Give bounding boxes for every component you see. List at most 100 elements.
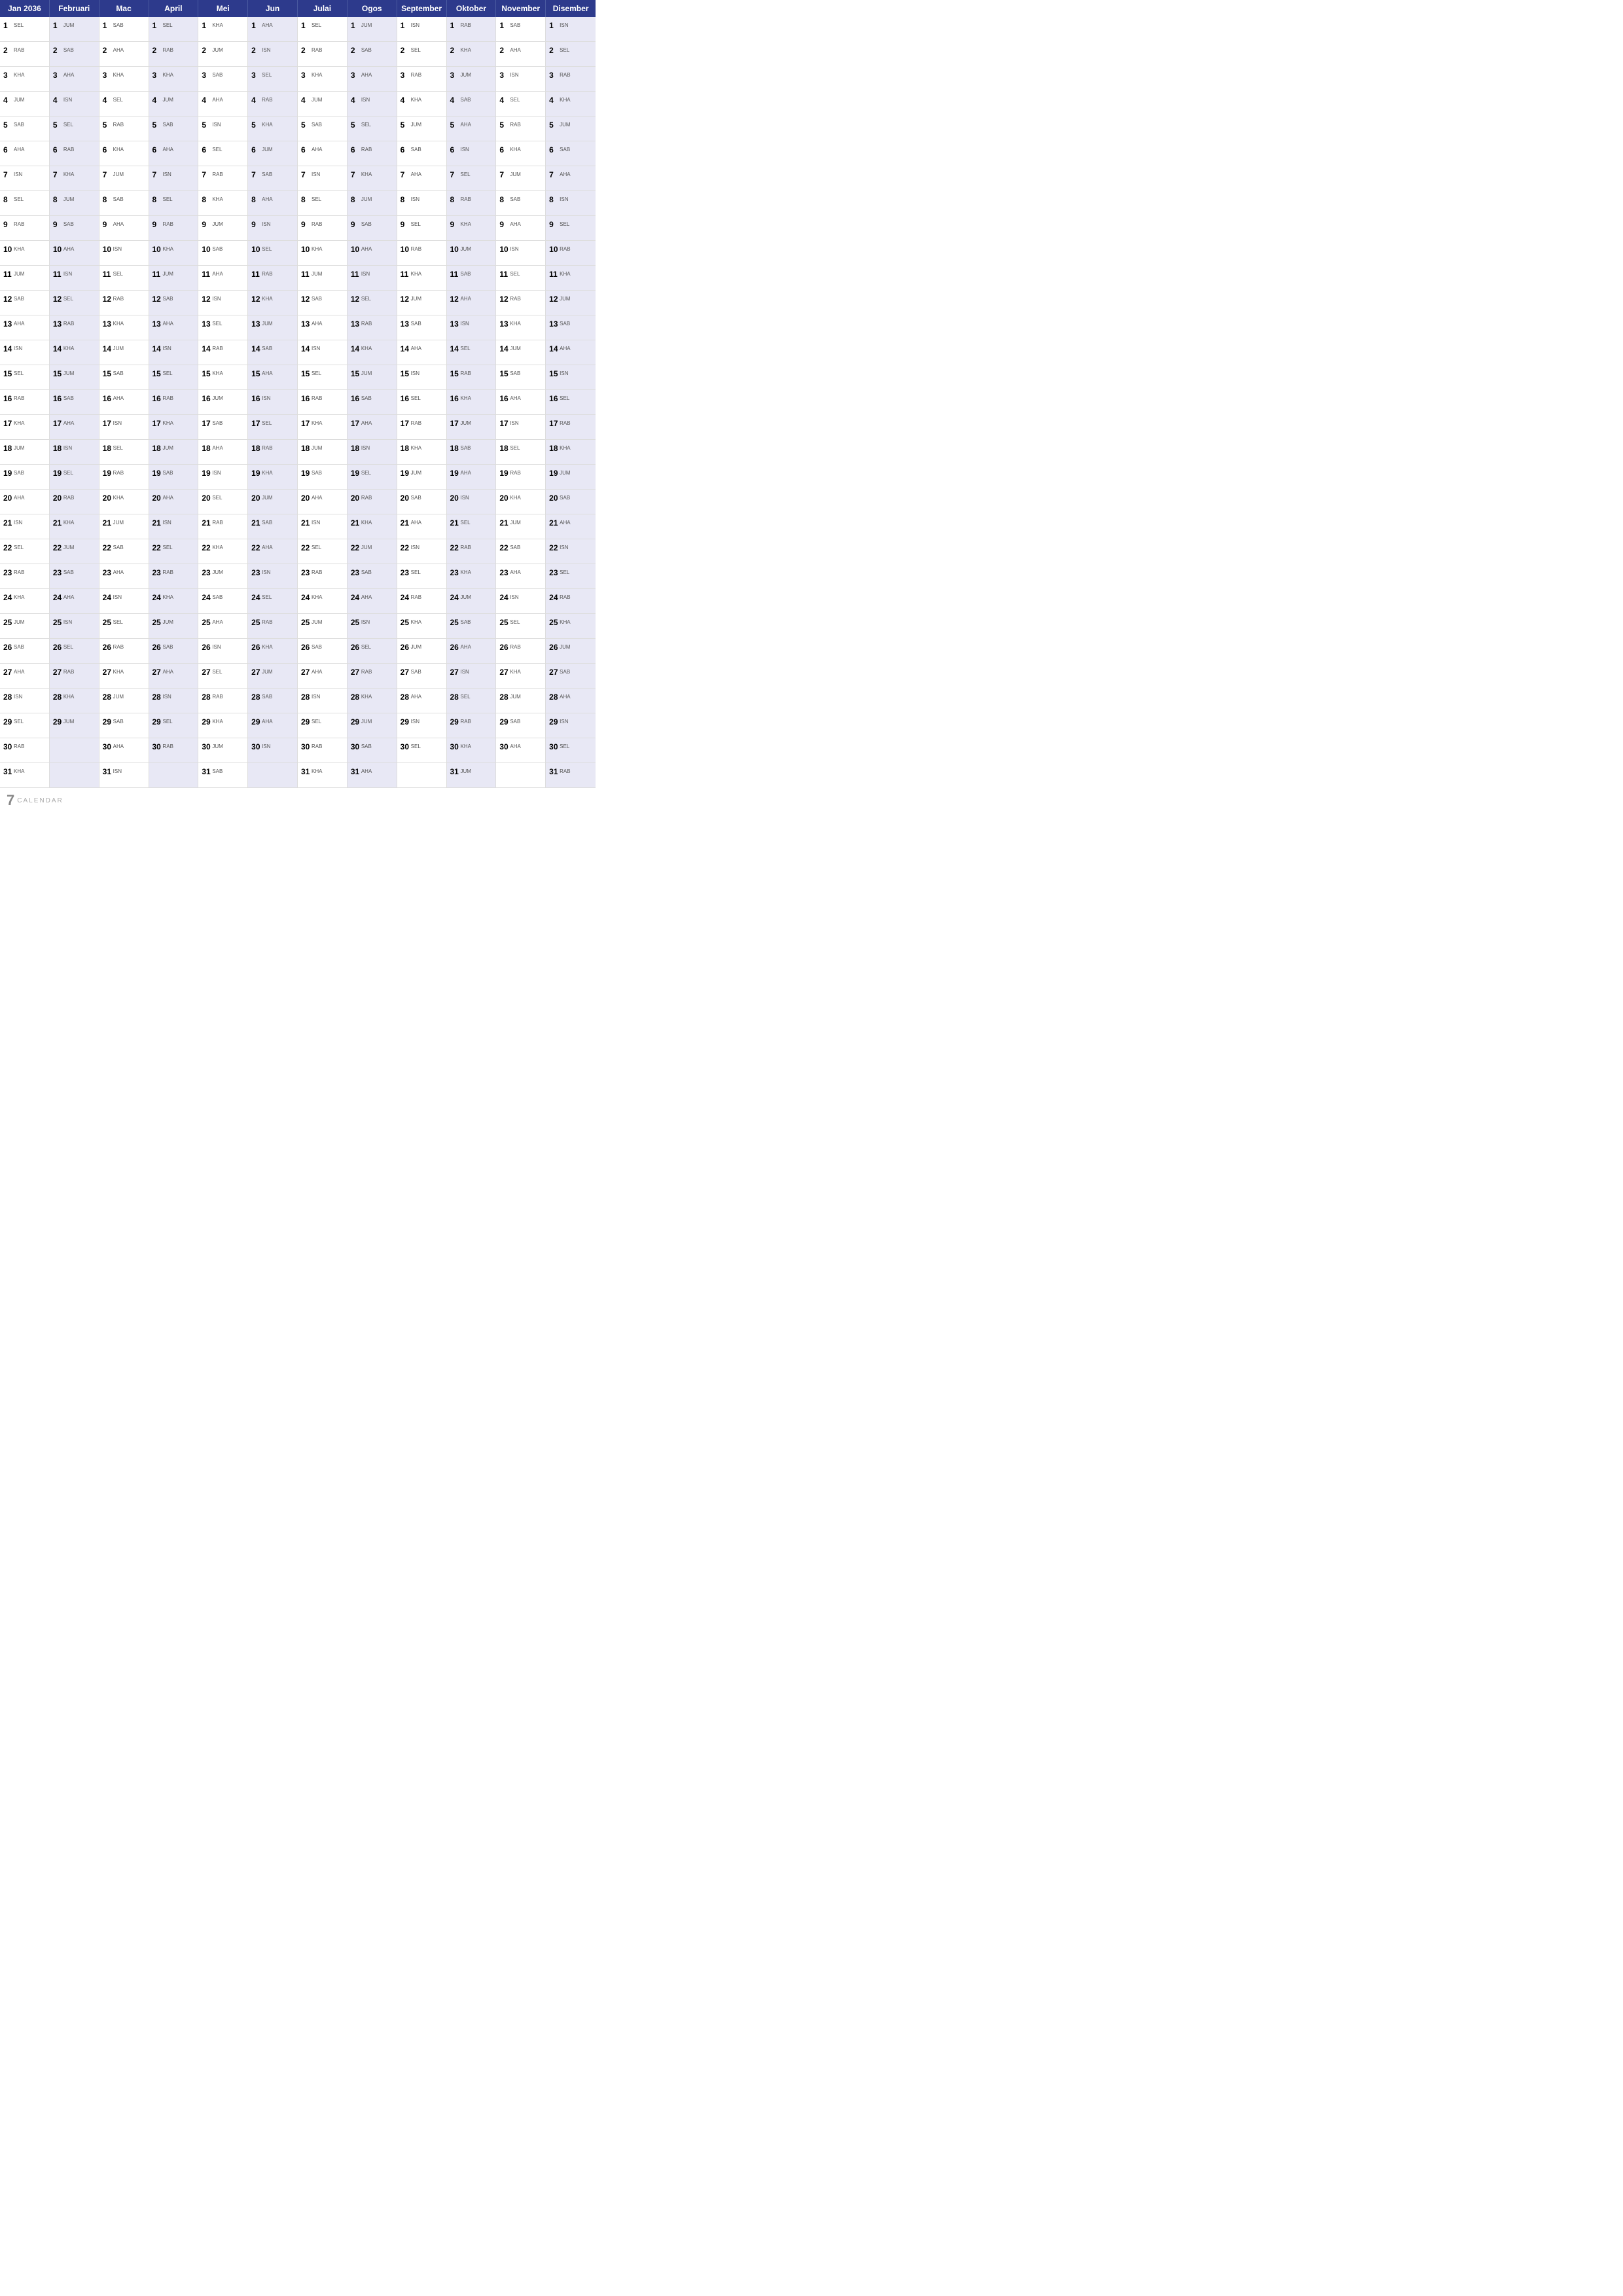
day-number: 2 [53, 46, 62, 55]
day-number: 25 [401, 618, 410, 627]
day-number: 16 [53, 394, 62, 403]
day-number: 6 [351, 145, 360, 154]
day-cell: 30ISN [248, 738, 298, 763]
day-cell: 26JUM [397, 639, 447, 664]
day-number: 23 [152, 568, 162, 577]
day-name: SEL [411, 744, 421, 749]
day-number: 1 [53, 21, 62, 30]
day-name: ISN [312, 346, 320, 351]
day-name: RAB [262, 271, 272, 277]
day-cell: 9SAB [50, 216, 99, 241]
day-name: ISN [262, 395, 270, 401]
day-cell: 2RAB [298, 42, 348, 67]
day-number: 8 [549, 195, 558, 204]
day-number: 22 [401, 543, 410, 552]
day-cell: 23KHA [447, 564, 497, 589]
day-cell: 9SAB [348, 216, 397, 241]
day-name: KHA [14, 420, 24, 426]
day-name: KHA [411, 445, 421, 451]
day-number: 12 [401, 295, 410, 304]
day-cell: 22SAB [99, 539, 149, 564]
day-cell: 31RAB [546, 763, 596, 788]
day-cell: 21SAB [248, 514, 298, 539]
day-name: SEL [113, 619, 123, 625]
day-cell: 15SEL [149, 365, 199, 390]
day-name: SAB [411, 147, 421, 152]
day-name: KHA [63, 694, 74, 700]
day-number: 16 [450, 394, 459, 403]
day-number: 22 [450, 543, 459, 552]
day-cell: 3RAB [546, 67, 596, 92]
day-cell: 26SAB [149, 639, 199, 664]
day-name: RAB [14, 744, 24, 749]
day-name: AHA [461, 296, 471, 302]
day-number: 28 [3, 692, 12, 702]
day-name: JUM [361, 545, 372, 550]
day-cell: 31ISN [99, 763, 149, 788]
day-number: 29 [53, 717, 62, 726]
day-cell: 24JUM [447, 589, 497, 614]
day-number: 18 [450, 444, 459, 453]
day-name: KHA [361, 520, 372, 526]
day-number: 26 [351, 643, 360, 652]
day-number: 20 [301, 493, 310, 503]
day-number: 27 [450, 668, 459, 677]
day-cell: 8SAB [496, 191, 546, 216]
footer-label: CALENDAR [17, 797, 63, 804]
day-cell: 29SEL [0, 713, 50, 738]
day-number: 24 [152, 593, 162, 602]
day-cell: 15JUM [348, 365, 397, 390]
day-name: RAB [262, 619, 272, 625]
day-name: RAB [163, 47, 173, 53]
day-number: 18 [152, 444, 162, 453]
day-number: 15 [251, 369, 260, 378]
day-name: KHA [212, 22, 223, 28]
day-number: 1 [351, 21, 360, 30]
day-number: 24 [103, 593, 112, 602]
day-cell: 15RAB [447, 365, 497, 390]
day-cell: 14ISN [0, 340, 50, 365]
day-cell: 14KHA [348, 340, 397, 365]
day-number: 13 [3, 319, 12, 329]
day-name: KHA [262, 470, 272, 476]
day-name: JUM [262, 669, 272, 675]
day-number: 18 [3, 444, 12, 453]
day-number: 4 [251, 96, 260, 105]
day-number: 27 [549, 668, 558, 677]
day-cell: 1ISN [546, 17, 596, 42]
day-name: RAB [461, 22, 471, 28]
day-name: ISN [14, 694, 22, 700]
day-number: 21 [301, 518, 310, 528]
day-number: 14 [103, 344, 112, 353]
day-name: JUM [163, 271, 173, 277]
day-number: 24 [450, 593, 459, 602]
day-cell: 22SAB [496, 539, 546, 564]
day-number: 1 [499, 21, 508, 30]
day-cell: 19SAB [0, 465, 50, 490]
day-number: 29 [251, 717, 260, 726]
day-name: SAB [262, 520, 272, 526]
day-cell: 18KHA [397, 440, 447, 465]
day-cell: 8AHA [248, 191, 298, 216]
day-name: RAB [510, 296, 520, 302]
day-number: 25 [53, 618, 62, 627]
day-number: 16 [301, 394, 310, 403]
day-name: JUM [63, 196, 74, 202]
day-name: RAB [14, 221, 24, 227]
day-cell: 9RAB [298, 216, 348, 241]
day-number: 14 [53, 344, 62, 353]
day-name: RAB [361, 147, 372, 152]
day-name: SAB [63, 569, 74, 575]
day-number: 11 [351, 270, 360, 279]
day-number: 15 [549, 369, 558, 378]
day-cell: 28AHA [546, 689, 596, 713]
day-number: 3 [202, 71, 211, 80]
day-cell: 29RAB [447, 713, 497, 738]
day-cell: 10JUM [447, 241, 497, 266]
day-cell: 6AHA [149, 141, 199, 166]
day-name: AHA [411, 694, 421, 700]
day-cell: 29KHA [198, 713, 248, 738]
day-number: 8 [103, 195, 112, 204]
day-name: SEL [560, 569, 569, 575]
day-number: 18 [103, 444, 112, 453]
